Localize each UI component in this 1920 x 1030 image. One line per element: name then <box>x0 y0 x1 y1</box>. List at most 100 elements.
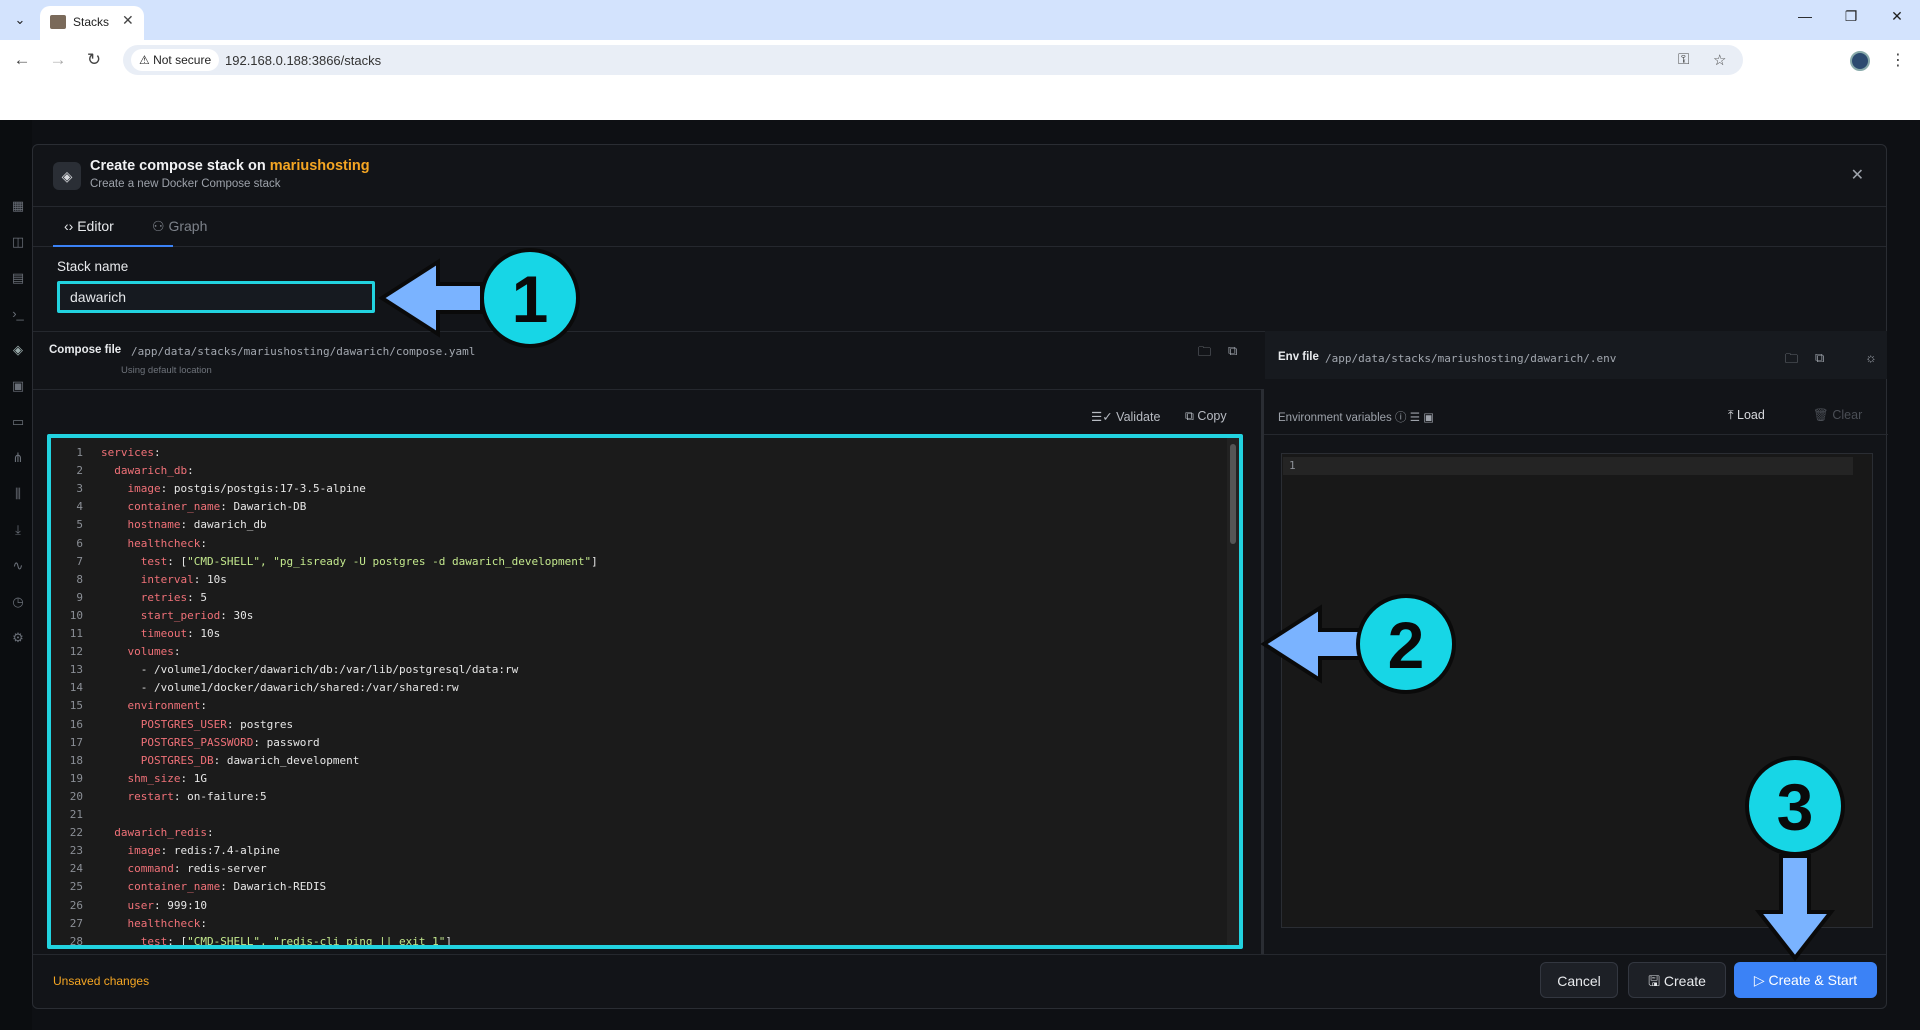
compose-code-editor[interactable]: 1 services: 2 dawarich_db: 3 image: postgis… <box>47 434 1243 949</box>
download-icon[interactable]: ⤓ <box>10 522 26 538</box>
modal-header: ◈ Create compose stack on mariushosting … <box>33 145 1886 207</box>
code-line: 7 test: ["CMD-SHELL", "pg_isready -U pos… <box>51 553 1221 571</box>
code-line: 10 start_period: 30s <box>51 607 1221 625</box>
trash-icon: 🗑 <box>1813 408 1829 422</box>
settings-icon[interactable]: ⚙ <box>10 630 26 646</box>
code-text: - /volume1/docker/dawarich/db:/var/lib/p… <box>140 663 519 677</box>
editor-scroll-thumb[interactable] <box>1230 444 1236 544</box>
env-settings-icon[interactable]: ☼ <box>1865 350 1877 365</box>
tab-close-icon[interactable]: ✕ <box>122 12 134 29</box>
registries-icon[interactable]: ⫼ <box>10 486 26 502</box>
code-line: 4 container_name: Dawarich-DB <box>51 498 1221 516</box>
containers-icon[interactable]: ◫ <box>10 234 26 250</box>
stack-name-input[interactable]: dawarich <box>57 281 375 313</box>
folder-open-icon[interactable]: 🗀 <box>1198 343 1211 365</box>
logs-icon[interactable]: ▤ <box>10 270 26 286</box>
code-line: 20 restart: on-failure:5 <box>51 788 1221 806</box>
code-text: retries: 5 <box>140 590 207 604</box>
line-number: 7 <box>76 554 83 568</box>
line-number: 14 <box>69 681 83 695</box>
line-number: 16 <box>69 717 83 731</box>
networks-icon[interactable]: ⋔ <box>10 450 26 466</box>
code-text: environment: <box>127 699 207 713</box>
line-number: 1 <box>76 446 83 459</box>
env-vars-label: Environment variables ⓘ ☰ ▣ <box>1278 412 1435 424</box>
copy-icon: ⧉ <box>1185 409 1194 423</box>
annotation-arrow-3 <box>1755 854 1835 962</box>
modal-tabs: ‹› Editor ⚇ Graph <box>33 207 1886 247</box>
modal-close-icon[interactable]: ✕ <box>1851 165 1864 185</box>
bookmark-star-icon[interactable]: ☆ <box>1713 51 1726 69</box>
window-close-icon[interactable]: ✕ <box>1882 8 1912 25</box>
annotation-arrow-1 <box>378 258 484 338</box>
copy-button[interactable]: ⧉ Copy <box>1185 409 1227 424</box>
help-icon[interactable]: ⓘ <box>1395 412 1407 424</box>
copy-path-icon[interactable]: ⧉ <box>1228 343 1237 359</box>
code-line: 27 healthcheck: <box>51 915 1221 933</box>
profile-avatar[interactable] <box>1850 51 1870 71</box>
env-copy-icon[interactable]: ⧉ <box>1815 350 1824 366</box>
stacks-icon[interactable]: ◈ <box>10 342 26 358</box>
line-number: 9 <box>76 590 83 604</box>
active-tab-indicator <box>53 245 173 247</box>
code-text: image: redis:7.4-alpine <box>127 844 280 858</box>
key-icon[interactable]: ⚿ <box>1678 51 1689 68</box>
tab-editor[interactable]: ‹› Editor <box>64 218 114 234</box>
volumes-icon[interactable]: ▭ <box>10 414 26 430</box>
clear-button[interactable]: 🗑 Clear <box>1813 408 1862 423</box>
code-text: dawarich_db: <box>114 464 194 478</box>
timer-icon[interactable]: ◷ <box>10 594 26 610</box>
terminal-icon[interactable]: ›_ <box>10 306 26 322</box>
address-bar[interactable]: ⚠ Not secure 192.168.0.188:3866/stacks ⚿… <box>123 45 1743 75</box>
code-text: POSTGRES_USER: postgres <box>140 717 294 731</box>
code-text: image: postgis/postgis:17-3.5-alpine <box>127 482 366 496</box>
code-line: 3 image: postgis/postgis:17-3.5-alpine <box>51 480 1221 498</box>
minimize-icon[interactable]: — <box>1790 8 1820 24</box>
code-text: healthcheck: <box>127 916 207 930</box>
list-view-icon[interactable]: ☰ <box>1410 412 1420 424</box>
validate-button[interactable]: ☰✓ Validate <box>1091 409 1160 424</box>
code-line: 6 healthcheck: <box>51 535 1221 553</box>
line-number: 24 <box>69 862 83 876</box>
back-icon[interactable]: ← <box>10 50 34 70</box>
stack-name-label: Stack name <box>57 259 129 274</box>
file-view-icon[interactable]: ▣ <box>1423 412 1434 424</box>
line-number: 13 <box>69 663 83 677</box>
code-text: shm_size: 1G <box>127 771 207 785</box>
code-line: 26 user: 999:10 <box>51 897 1221 915</box>
code-text: healthcheck: <box>127 536 207 550</box>
code-line: 23 image: redis:7.4-alpine <box>51 842 1221 860</box>
line-number: 6 <box>76 536 83 550</box>
env-folder-icon[interactable]: 🗀 <box>1785 350 1798 372</box>
line-number: 12 <box>69 645 83 659</box>
code-text: hostname: dawarich_db <box>127 518 267 532</box>
create-button[interactable]: 🖫 Create <box>1628 962 1726 998</box>
cancel-button[interactable]: Cancel <box>1540 962 1618 998</box>
restore-icon[interactable]: ❐ <box>1836 8 1866 25</box>
env-line-number: 1 <box>1289 459 1296 472</box>
browser-menu-icon[interactable]: ⋮ <box>1890 50 1906 70</box>
browser-tab[interactable]: Stacks ✕ <box>40 6 144 40</box>
divider <box>1264 434 1888 435</box>
browser-content-top <box>0 80 1920 120</box>
line-number: 25 <box>69 880 83 894</box>
tab-search-icon[interactable]: ⌄ <box>8 8 32 32</box>
load-button[interactable]: ⤒ Load <box>1728 408 1765 423</box>
host-name: mariushosting <box>269 158 370 174</box>
line-number: 20 <box>69 789 83 803</box>
tab-graph[interactable]: ⚇ Graph <box>152 218 207 235</box>
images-icon[interactable]: ▣ <box>10 378 26 394</box>
forward-icon[interactable]: → <box>46 50 70 70</box>
validate-icon: ☰✓ <box>1091 410 1113 424</box>
stack-layers-icon: ◈ <box>53 162 81 190</box>
line-number: 15 <box>69 699 83 713</box>
security-label: Not secure <box>153 53 212 67</box>
not-secure-chip[interactable]: ⚠ Not secure <box>131 49 220 71</box>
env-file-path: /app/data/stacks/mariushosting/dawarich/… <box>1325 352 1617 365</box>
code-line: 2 dawarich_db: <box>51 462 1221 480</box>
dashboard-icon[interactable]: ▦ <box>10 198 26 214</box>
reload-icon[interactable]: ↻ <box>82 50 106 70</box>
create-and-start-button[interactable]: ▷ Create & Start <box>1734 962 1877 998</box>
activity-icon[interactable]: ∿ <box>10 558 26 574</box>
code-text: - /volume1/docker/dawarich/shared:/var/s… <box>140 681 459 695</box>
